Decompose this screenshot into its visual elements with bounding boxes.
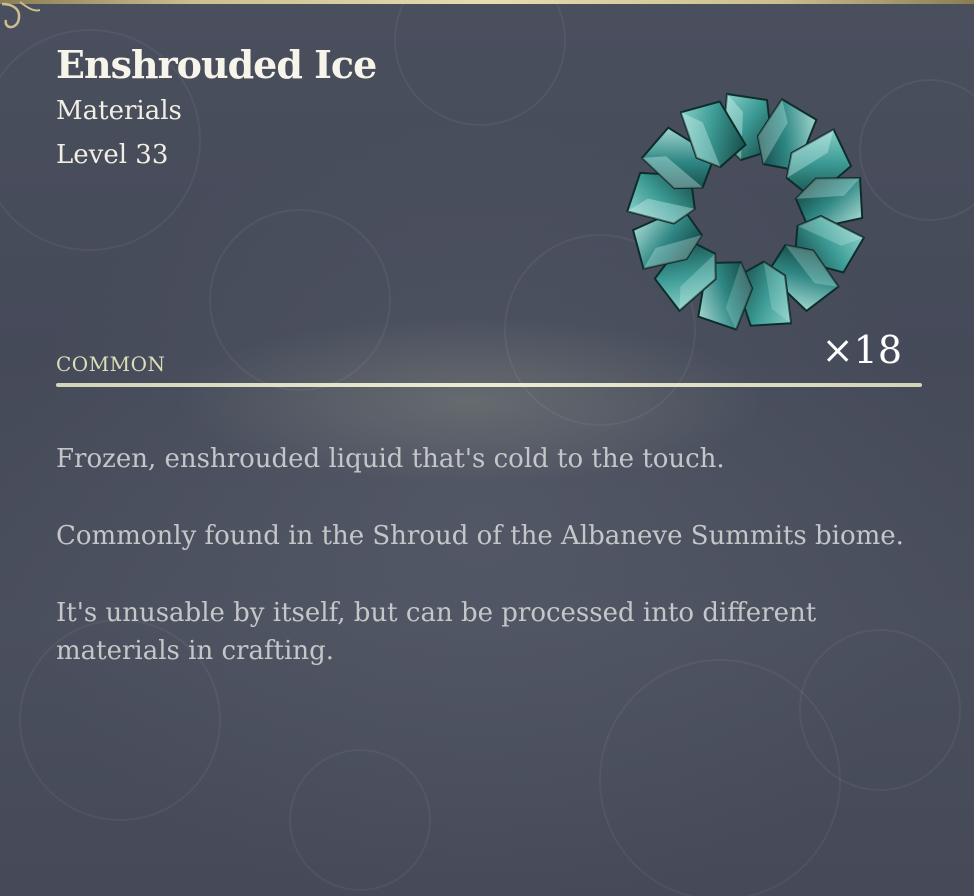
item-tooltip: Enshrouded Ice Materials Level 33 COMMON… (0, 0, 974, 896)
item-level: Level 33 (56, 140, 169, 170)
stack-quantity: ×18 (821, 328, 902, 372)
description-paragraph: Frozen, enshrouded liquid that's cold to… (56, 444, 725, 474)
ice-ring-icon (626, 92, 866, 331)
description-paragraph: It's unusable by itself, but can be proc… (56, 598, 817, 666)
top-border (0, 0, 974, 4)
corner-ornament-icon (1, 1, 40, 29)
divider (56, 383, 922, 387)
rarity-label: COMMON (56, 352, 166, 376)
description-paragraph: Commonly found in the Shroud of the Alba… (56, 521, 904, 551)
item-category: Materials (56, 96, 182, 126)
item-description: Frozen, enshrouded liquid that's cold to… (56, 440, 916, 709)
item-title: Enshrouded Ice (56, 42, 377, 87)
